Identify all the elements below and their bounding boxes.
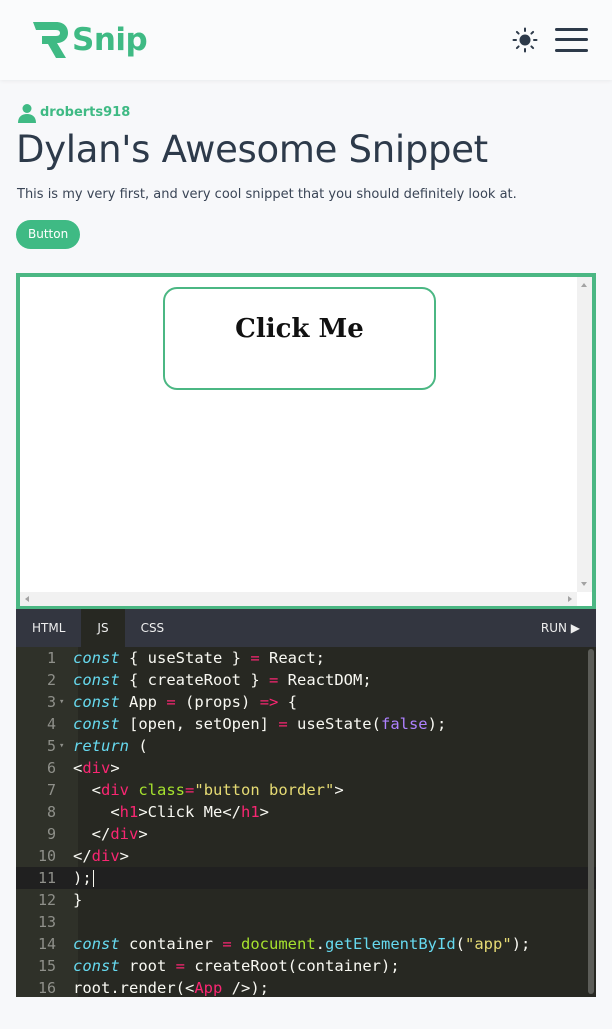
demo-heading: Click Me	[235, 314, 364, 344]
run-button[interactable]: RUN ▶	[541, 609, 580, 647]
line-number: 3	[46, 693, 56, 711]
scroll-up-arrow-icon[interactable]	[581, 283, 587, 287]
code-line[interactable]: 5 ▾ return (	[16, 735, 596, 757]
logo[interactable]: Snip	[30, 18, 148, 62]
code-line[interactable]: 16 root.render(<App />);	[16, 977, 596, 997]
code-text: const root = createRoot(container);	[73, 957, 400, 975]
code-scrollbar[interactable]	[588, 649, 594, 994]
logo-mark-icon	[33, 22, 68, 58]
code-text: <h1>Click Me</h1>	[73, 803, 270, 821]
code-text: const { useState } = React;	[73, 649, 325, 667]
code-text: const App = (props) => {	[73, 693, 298, 711]
tab-css[interactable]: CSS	[125, 609, 181, 647]
code-text: <div class="button border">	[73, 781, 344, 799]
tab-html[interactable]: HTML	[16, 609, 81, 647]
author-link[interactable]: droberts918	[17, 103, 130, 123]
sun-icon[interactable]	[512, 27, 538, 53]
snippet-description: This is my very first, and very cool sni…	[17, 187, 517, 202]
code-line[interactable]: 9 </div>	[16, 823, 596, 845]
editor-tab-bar: HTML JS CSS RUN ▶	[16, 609, 596, 647]
hamburger-menu-icon[interactable]	[555, 26, 589, 54]
code-text: </div>	[73, 847, 130, 865]
line-number: 7	[46, 781, 56, 799]
code-editor[interactable]: 1 const { useState } = React; 2 const { cre…	[16, 647, 596, 997]
line-number: 2	[46, 671, 56, 689]
code-text: );	[73, 869, 92, 887]
code-text: }	[73, 891, 83, 909]
code-line[interactable]: 14 const container = document.getElementB…	[16, 933, 596, 955]
code-line[interactable]: 12}	[16, 889, 596, 911]
code-line[interactable]: 7 <div class="button border">	[16, 779, 596, 801]
brand-name: Snip	[72, 22, 148, 58]
preview-horizontal-scrollbar[interactable]	[20, 592, 577, 606]
code-line[interactable]: 3 ▾ const App = (props) => {	[16, 691, 596, 713]
code-text: const [open, setOpen] = useState(false);	[73, 715, 447, 733]
line-number: 5	[46, 737, 56, 755]
scroll-down-arrow-icon[interactable]	[581, 582, 587, 586]
code-line[interactable]: 11);	[16, 867, 596, 889]
code-line[interactable]: 4 const [open, setOpen] = useState(false)…	[16, 713, 596, 735]
scroll-right-arrow-icon[interactable]	[568, 596, 572, 602]
code-text: const container = document.getElementByI…	[73, 935, 531, 953]
line-number: 15	[37, 957, 56, 975]
line-number: 6	[46, 759, 56, 777]
page-title: Dylan's Awesome Snippet	[16, 128, 488, 171]
author-name: droberts918	[40, 105, 131, 120]
line-number: 13	[37, 913, 56, 931]
scroll-left-arrow-icon[interactable]	[25, 596, 29, 602]
code-text: const { createRoot } = ReactDOM;	[73, 671, 372, 689]
line-number: 12	[37, 891, 56, 909]
code-line[interactable]: 1 const { useState } = React;	[16, 647, 596, 669]
code-line[interactable]: 6 <div>	[16, 757, 596, 779]
fold-arrow-icon[interactable]: ▾	[59, 735, 64, 757]
text-cursor	[93, 870, 94, 887]
line-number: 8	[46, 803, 56, 821]
preview-frame[interactable]: Click Me	[16, 273, 596, 609]
line-number: 14	[37, 935, 56, 953]
code-line[interactable]: 15 const root = createRoot(container);	[16, 955, 596, 977]
line-number: 1	[46, 649, 56, 667]
preview-vertical-scrollbar[interactable]	[577, 277, 592, 592]
line-number: 11	[37, 869, 56, 887]
fold-arrow-icon[interactable]: ▾	[59, 691, 64, 713]
line-number: 16	[37, 979, 56, 997]
user-icon	[18, 104, 36, 123]
code-line[interactable]: 13	[16, 911, 596, 933]
code-line[interactable]: 8 <h1>Click Me</h1>	[16, 801, 596, 823]
tag-button[interactable]: Button	[16, 220, 81, 249]
demo-click-me-button[interactable]: Click Me	[163, 287, 436, 390]
code-line[interactable]: 10 </div>	[16, 845, 596, 867]
line-number: 10	[37, 847, 56, 865]
code-text: root.render(<App />);	[73, 979, 269, 997]
code-text: </div>	[73, 825, 148, 843]
code-text: return (	[73, 737, 148, 755]
line-number: 4	[46, 715, 56, 733]
tab-js[interactable]: JS	[81, 609, 125, 647]
code-line[interactable]: 2 const { createRoot } = ReactDOM;	[16, 669, 596, 691]
line-number: 9	[46, 825, 56, 843]
code-text: <div>	[73, 759, 120, 777]
app-header: Snip	[0, 0, 612, 80]
